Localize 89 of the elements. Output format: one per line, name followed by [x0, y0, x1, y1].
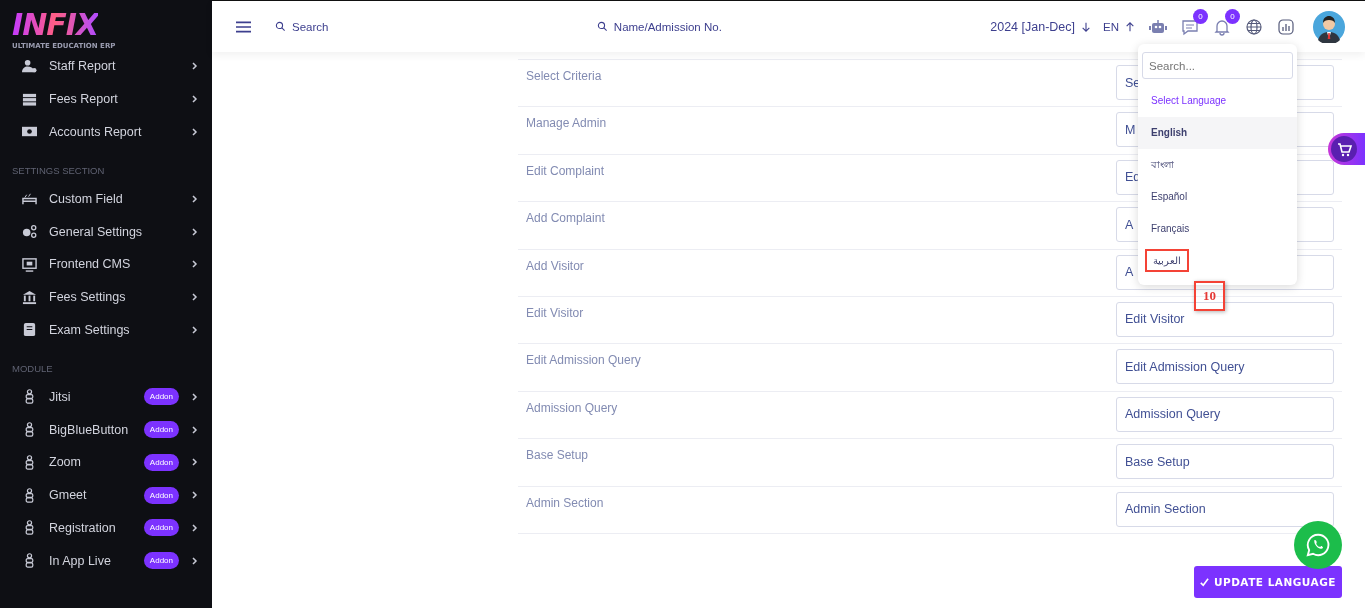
session-selector[interactable]: 2024 [Jan-Dec]: [990, 19, 1075, 34]
phone-bubble-icon: [1305, 532, 1331, 558]
phrase-label: Edit Admission Query: [526, 352, 641, 370]
addon-badge: Addon: [143, 519, 179, 537]
chat-count-badge: 0: [1193, 8, 1208, 24]
translation-field[interactable]: Base Setup: [1116, 444, 1334, 480]
cart-button[interactable]: [1328, 133, 1365, 165]
sidebar-item[interactable]: Accounts Report: [0, 115, 212, 149]
phrase-label: Base Setup: [526, 447, 589, 465]
sidebar-item[interactable]: Fees Settings: [0, 280, 212, 314]
book-icon: [22, 322, 37, 338]
sidebar-item[interactable]: Registration Addon: [0, 511, 212, 545]
notification-count-badge: 0: [1225, 8, 1240, 24]
translation-field[interactable]: Edit Visitor: [1116, 301, 1334, 337]
sidebar-item[interactable]: BigBlueButton Addon: [0, 413, 212, 446]
phrase-label: Add Complaint: [526, 210, 605, 228]
language-option[interactable]: العربية: [1138, 245, 1297, 277]
phrase-label: Admission Query: [526, 399, 618, 417]
language-selector[interactable]: EN: [1103, 20, 1119, 33]
chat-icon[interactable]: [1181, 17, 1199, 36]
chevron-right-icon: [191, 62, 198, 71]
search-icon: [275, 21, 286, 32]
bell-icon[interactable]: [1213, 17, 1231, 36]
phrase-label: Select Criteria: [526, 68, 602, 85]
translation-field[interactable]: Admission Query: [1116, 396, 1334, 432]
section-heading: SETTINGS SECTION: [11, 164, 106, 179]
phrase-label: Add Visitor: [526, 257, 584, 275]
server-icon: [22, 91, 37, 107]
check-icon: [1200, 577, 1209, 587]
bed-icon: [22, 191, 37, 207]
sidebar-item[interactable]: Exam Settings: [0, 313, 212, 347]
robot-icon[interactable]: [1149, 17, 1167, 36]
section-heading: MODULE: [11, 362, 54, 377]
addon-badge: Addon: [143, 486, 179, 504]
bank-icon: [22, 289, 37, 305]
whatsapp-button[interactable]: [1294, 521, 1342, 569]
chart-icon[interactable]: [1277, 17, 1295, 36]
arrow-down-icon: [1081, 20, 1091, 33]
avatar-icon[interactable]: [1313, 10, 1345, 43]
search-icon: [596, 21, 608, 32]
search-field[interactable]: Search: [275, 20, 329, 33]
chevron-right-icon: [191, 325, 198, 334]
sidebar-item[interactable]: Zoom Addon: [0, 445, 212, 479]
sidebar-item[interactable]: Jitsi Addon: [0, 380, 212, 414]
sidebar-item[interactable]: Custom Field: [0, 182, 212, 216]
language-option[interactable]: Español: [1138, 181, 1297, 213]
chevron-right-icon: [191, 95, 198, 104]
phrase-label: Manage Admin: [526, 115, 607, 133]
addon-badge: Addon: [143, 421, 179, 439]
phrase-label: Admin Section: [526, 494, 604, 512]
sidebar-item[interactable]: Staff Report: [0, 50, 212, 83]
update-language-button[interactable]: UPDATE LANGUAGE: [1194, 566, 1342, 598]
chevron-right-icon: [191, 556, 198, 565]
sidebar-item[interactable]: Frontend CMS: [0, 248, 212, 281]
chevron-right-icon: [191, 227, 198, 236]
arrow-up-icon: [1125, 20, 1135, 33]
chevron-right-icon: [191, 194, 198, 203]
chevron-right-icon: [191, 425, 198, 434]
sidebar-item[interactable]: General Settings: [0, 215, 212, 248]
chevron-right-icon: [191, 128, 198, 136]
chevron-right-icon: [191, 458, 198, 467]
phrase-label: Edit Visitor: [526, 304, 584, 322]
language-option[interactable]: বাংলা: [1138, 149, 1297, 181]
annotation-marker: 10: [1194, 281, 1225, 311]
translation-field[interactable]: Edit Admission Query: [1116, 349, 1334, 385]
gears-icon: [22, 224, 37, 240]
chevron-right-icon: [191, 491, 198, 500]
chevron-right-icon: [191, 392, 198, 401]
language-search-field[interactable]: Search...: [1142, 52, 1293, 79]
chevron-right-icon: [191, 523, 198, 532]
translation-field[interactable]: Admin Section: [1116, 491, 1334, 527]
language-option[interactable]: English: [1138, 117, 1297, 149]
language-option[interactable]: Français: [1138, 213, 1297, 245]
addon-badge: Addon: [143, 388, 179, 406]
chevron-right-icon: [191, 293, 198, 302]
phrase-label: Edit Complaint: [526, 162, 605, 180]
chevron-right-icon: [191, 260, 198, 269]
cart-icon: [1331, 136, 1357, 162]
sidebar-item[interactable]: Fees Report: [0, 82, 212, 116]
dropdown-heading: Select Language: [1150, 94, 1227, 108]
student-search-field[interactable]: Name/Admission No.: [596, 20, 722, 33]
addon-badge: Addon: [143, 453, 179, 471]
monitor-icon: [22, 256, 37, 272]
sidebar-item[interactable]: Gmeet Addon: [0, 478, 212, 512]
person-icon: [22, 58, 37, 74]
sidebar-item[interactable]: In App Live Addon: [0, 544, 212, 578]
globe-icon[interactable]: [1245, 17, 1263, 36]
addon-badge: Addon: [143, 552, 179, 570]
menu-icon[interactable]: [236, 19, 251, 34]
